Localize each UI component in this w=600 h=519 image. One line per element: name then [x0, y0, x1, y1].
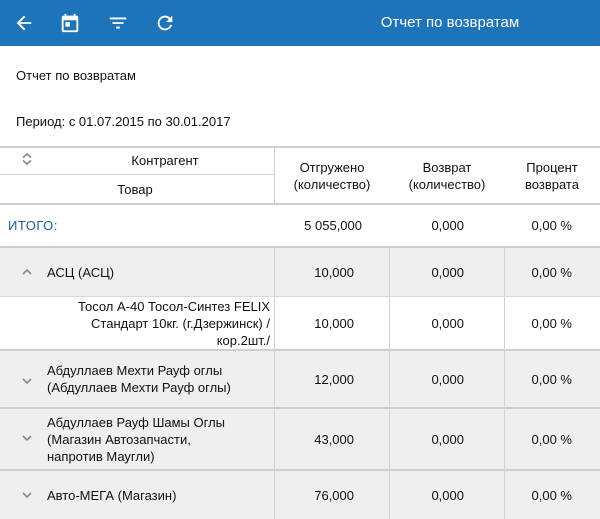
row-returned: 0,000	[431, 371, 464, 387]
row-percent: 0,00 %	[531, 371, 572, 387]
row-returned: 0,000	[431, 431, 464, 447]
app-bar: Отчет по возвратам	[0, 0, 600, 46]
row-shipped: 76,000	[314, 487, 354, 503]
report-title: Отчет по возвратам	[16, 68, 136, 83]
report-period: Период: с 01.07.2015 по 30.01.2017	[16, 114, 231, 129]
header-product[interactable]: Товар	[60, 181, 210, 198]
row-shipped: 43,000	[314, 431, 354, 447]
row-percent: 0,00 %	[531, 315, 572, 331]
filter-icon[interactable]	[104, 9, 132, 37]
total-percent: 0,00 %	[531, 217, 572, 233]
expand-chevron-down-icon[interactable]	[20, 374, 34, 388]
row-returned: 0,000	[431, 315, 464, 331]
table-row-contractor[interactable]: Абдуллаев Рауф Шамы Оглы (Магазин Автоза…	[47, 409, 272, 469]
expand-chevron-down-icon[interactable]	[20, 488, 34, 502]
row-shipped: 10,000	[314, 264, 354, 280]
total-shipped: 5 055,000	[304, 217, 362, 233]
row-shipped: 10,000	[314, 315, 354, 331]
table-row-contractor[interactable]: Абдуллаев Мехти Рауф оглы (Абдуллаев Мех…	[47, 351, 272, 407]
refresh-icon[interactable]	[151, 9, 179, 37]
column-divider	[504, 248, 505, 519]
total-returned: 0,000	[431, 217, 464, 233]
header-returned[interactable]: Возврат (количество)	[391, 159, 503, 193]
column-divider	[274, 248, 275, 519]
total-label: ИТОГО:	[8, 217, 58, 233]
table-row-contractor[interactable]: Авто-МЕГА (Магазин)	[47, 471, 272, 519]
calendar-icon[interactable]	[56, 9, 84, 37]
row-divider	[0, 174, 274, 175]
row-percent: 0,00 %	[531, 431, 572, 447]
collapse-chevron-up-icon[interactable]	[20, 265, 34, 279]
row-divider	[0, 146, 600, 148]
header-shipped[interactable]: Отгружено (количество)	[276, 159, 388, 193]
expand-chevron-down-icon[interactable]	[20, 431, 34, 445]
row-percent: 0,00 %	[531, 487, 572, 503]
back-arrow-icon[interactable]	[10, 9, 38, 37]
header-percent[interactable]: Процент возврата	[506, 159, 598, 193]
table-row-contractor[interactable]: АСЦ (АСЦ)	[47, 248, 272, 296]
row-returned: 0,000	[431, 264, 464, 280]
row-percent: 0,00 %	[531, 264, 572, 280]
row-returned: 0,000	[431, 487, 464, 503]
app-bar-title: Отчет по возвратам	[380, 14, 520, 31]
column-divider	[274, 146, 275, 203]
sort-toggle-icon[interactable]	[20, 152, 34, 166]
table-row-product: Тосол А-40 Тосол-Синтез FELIX Стандарт 1…	[78, 298, 270, 348]
column-divider	[389, 248, 390, 519]
header-contractor[interactable]: Контрагент	[60, 152, 270, 169]
row-shipped: 12,000	[314, 371, 354, 387]
